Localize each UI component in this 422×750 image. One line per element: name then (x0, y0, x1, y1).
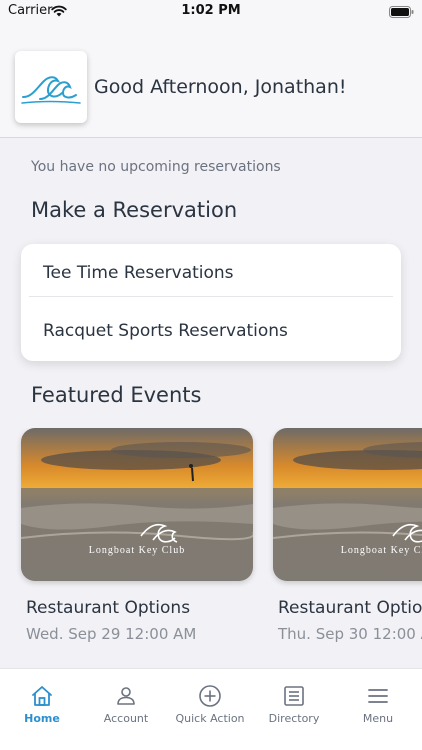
wave-logo-icon (15, 51, 87, 123)
event-title: Restaurant Options (278, 598, 422, 618)
person-icon (117, 687, 135, 705)
plus-circle-icon (199, 685, 221, 707)
tab-home[interactable]: Home (0, 669, 84, 729)
event-image-caption: Longboat Key Club (88, 545, 186, 556)
event-image (273, 428, 422, 581)
tab-menu[interactable]: Menu (336, 669, 420, 729)
home-icon (32, 686, 52, 706)
event-card[interactable]: Longboat Key Club Restaurant Options Thu… (273, 428, 422, 643)
greeting-text: Good Afternoon, Jonathan! (94, 76, 347, 98)
make-reservation-title: Make a Reservation (31, 198, 238, 222)
status-time: 1:02 PM (181, 3, 241, 18)
tab-quick-action[interactable]: Quick Action (168, 669, 252, 729)
featured-events-title: Featured Events (31, 383, 202, 407)
divider (29, 296, 393, 297)
event-card[interactable]: Longboat Key Club Restaurant Options Wed… (21, 428, 253, 643)
tab-bar: Home Account Quick Action Directory Menu (0, 668, 422, 750)
reservation-card: Tee Time Reservations Racquet Sports Res… (21, 244, 401, 361)
header: Good Afternoon, Jonathan! (0, 22, 422, 138)
reservation-item-label: Tee Time Reservations (43, 263, 234, 283)
tab-label: Directory (268, 712, 320, 725)
featured-events-carousel[interactable]: Longboat Key Club Restaurant Options Wed… (0, 428, 422, 648)
hamburger-icon (368, 689, 388, 703)
event-image-caption: Longboat Key Club (340, 545, 422, 556)
tab-label: Account (103, 712, 149, 725)
list-icon (284, 686, 304, 706)
event-date: Thu. Sep 30 12:00 AM (278, 625, 422, 643)
tab-label: Home (24, 712, 60, 725)
battery-icon (389, 5, 414, 23)
tab-account[interactable]: Account (84, 669, 168, 729)
status-bar: Carrier 1:02 PM (0, 0, 422, 22)
tab-directory[interactable]: Directory (252, 669, 336, 729)
event-date: Wed. Sep 29 12:00 AM (26, 625, 197, 643)
tab-label: Quick Action (175, 712, 245, 725)
tab-label: Menu (362, 712, 394, 725)
reservation-item-label: Racquet Sports Reservations (43, 321, 288, 341)
event-title: Restaurant Options (26, 598, 191, 618)
event-image (21, 428, 253, 581)
tee-time-reservations-item[interactable]: Tee Time Reservations (21, 244, 401, 302)
racquet-sports-reservations-item[interactable]: Racquet Sports Reservations (21, 302, 401, 360)
no-reservations-message: You have no upcoming reservations (31, 159, 281, 175)
